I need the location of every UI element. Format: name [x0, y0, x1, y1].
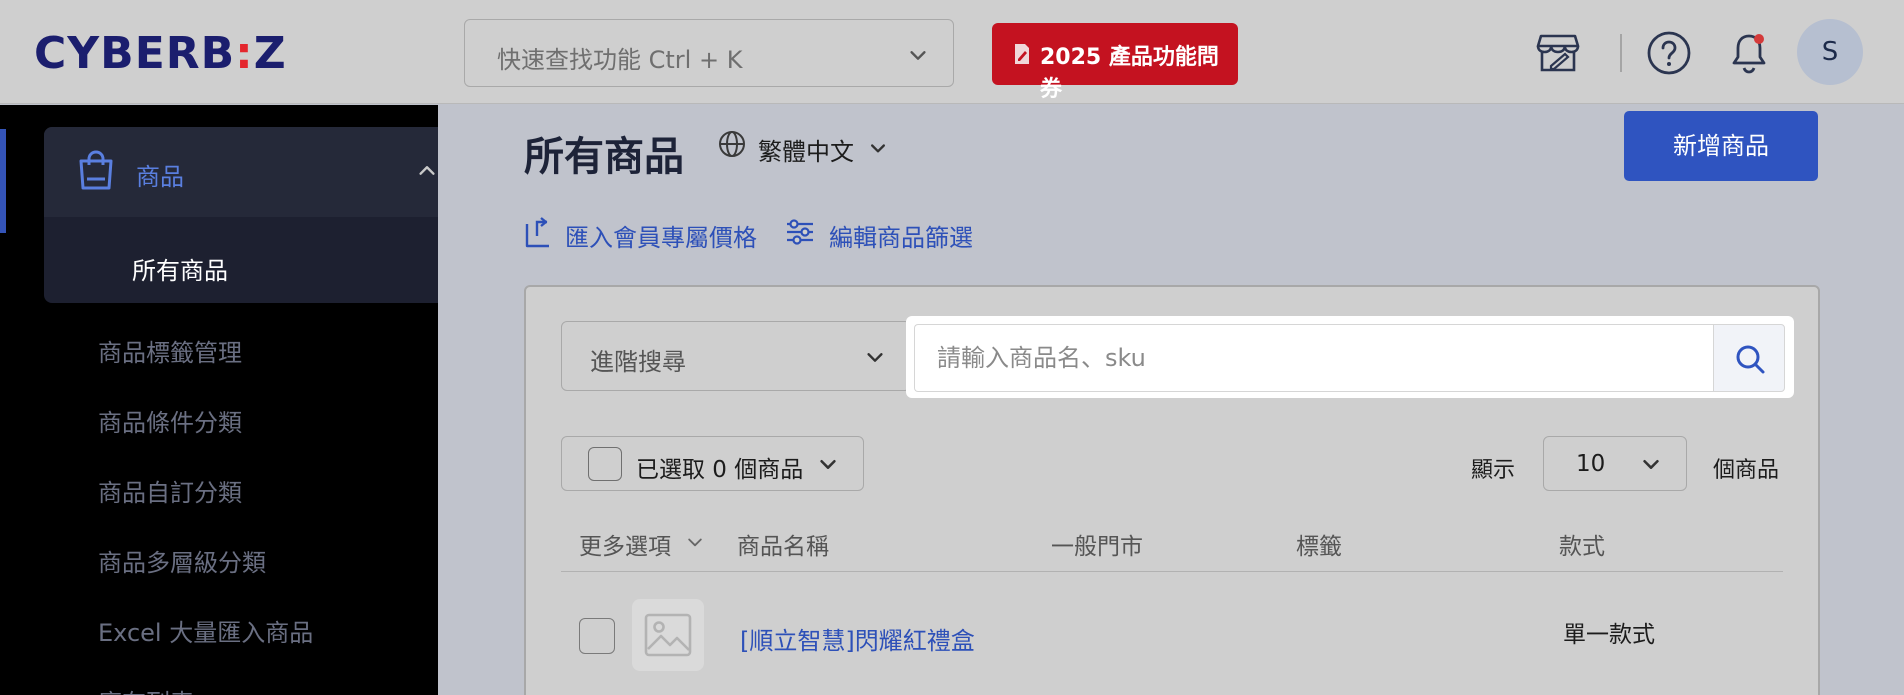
sidebar: 商品 所有商品 商品標籤管理 商品條件分類 商品自訂分類 商品多層級分類 Exc…: [0, 105, 438, 695]
active-indicator: [0, 129, 6, 233]
sidebar-item-inventory-list[interactable]: 庫存列表: [98, 683, 194, 695]
sidebar-item-excel-import[interactable]: Excel 大量匯入商品: [98, 613, 313, 648]
sidebar-item-products-label: 商品: [136, 163, 184, 191]
column-more-options[interactable]: 更多選項: [579, 527, 671, 561]
chevron-down-icon: [871, 144, 885, 153]
product-variant: 單一款式: [1563, 622, 1655, 648]
edit-product-filter-link[interactable]: 編輯商品篩選: [829, 218, 973, 253]
column-variant: 款式: [1559, 534, 1605, 560]
column-product-name: 商品名稱: [737, 534, 829, 560]
cyberbiz-logo[interactable]: CYBERB:Z: [34, 30, 287, 78]
notification-bell-icon[interactable]: [1726, 30, 1772, 76]
top-bar: CYBERB:Z 快速查找功能 Ctrl + K 2025 產品功能問券 S: [0, 0, 1904, 104]
sidebar-item-multilevel-category[interactable]: 商品多層級分類: [98, 543, 266, 578]
storefront-icon[interactable]: [1535, 30, 1581, 76]
product-name-link[interactable]: [順立智慧]閃耀紅禮盒: [740, 621, 975, 656]
page-title: 所有商品: [524, 134, 684, 180]
survey-button[interactable]: 2025 產品功能問券: [992, 23, 1238, 102]
sidebar-subitem-all-products[interactable]: 所有商品: [132, 251, 228, 286]
per-page-select[interactable]: 10: [1543, 436, 1687, 491]
advanced-search-dropdown[interactable]: 進階搜尋: [561, 321, 911, 391]
column-general-store: 一般門市: [1051, 534, 1143, 560]
language-label: 繁體中文: [758, 138, 854, 166]
selected-count-label: 已選取 0 個商品: [636, 457, 804, 483]
column-tags: 標籤: [1296, 534, 1342, 560]
product-search-input[interactable]: [914, 324, 1714, 392]
import-icon: [525, 217, 549, 248]
chevron-down-icon: [910, 51, 926, 60]
row-checkbox[interactable]: [579, 618, 615, 654]
items-label: 個商品: [1713, 458, 1780, 483]
select-all-checkbox[interactable]: [588, 447, 622, 481]
search-icon: [1736, 345, 1765, 374]
sidebar-item-condition-category[interactable]: 商品條件分類: [98, 403, 242, 438]
topbar-divider: [1620, 34, 1622, 72]
user-avatar[interactable]: S: [1797, 19, 1863, 85]
shopping-bag-icon: [79, 150, 113, 190]
per-page-value: 10: [1576, 451, 1606, 477]
add-product-button[interactable]: 新增商品: [1624, 111, 1818, 181]
sidebar-group-products: 商品 所有商品: [44, 127, 438, 303]
quick-search-field[interactable]: 快速查找功能 Ctrl + K: [464, 19, 954, 87]
chevron-down-icon: [1643, 459, 1659, 469]
sidebar-item-tag-management[interactable]: 商品標籤管理: [98, 333, 242, 368]
survey-label: 2025 產品功能問券: [1040, 45, 1219, 102]
sidebar-item-products[interactable]: 商品: [44, 127, 438, 217]
bulk-select-dropdown[interactable]: 已選取 0 個商品: [561, 436, 864, 491]
advanced-search-label: 進階搜尋: [590, 348, 686, 376]
table-header-divider: [561, 571, 1783, 572]
help-icon[interactable]: [1646, 30, 1692, 76]
chevron-down-icon: [820, 459, 836, 469]
search-button[interactable]: [1713, 324, 1785, 392]
product-thumbnail[interactable]: [632, 599, 704, 671]
chevron-up-icon: [419, 166, 435, 175]
show-label: 顯示: [1471, 458, 1516, 483]
filter-sliders-icon: [787, 219, 813, 245]
document-icon: [1015, 44, 1029, 64]
sidebar-item-custom-category[interactable]: 商品自訂分類: [98, 473, 242, 508]
quick-search-placeholder: 快速查找功能 Ctrl + K: [497, 46, 743, 74]
import-member-price-link[interactable]: 匯入會員專屬價格: [565, 218, 757, 253]
globe-icon: [719, 131, 745, 157]
chevron-down-icon: [688, 538, 702, 547]
image-placeholder-icon: [644, 613, 692, 657]
chevron-down-icon: [867, 353, 883, 362]
